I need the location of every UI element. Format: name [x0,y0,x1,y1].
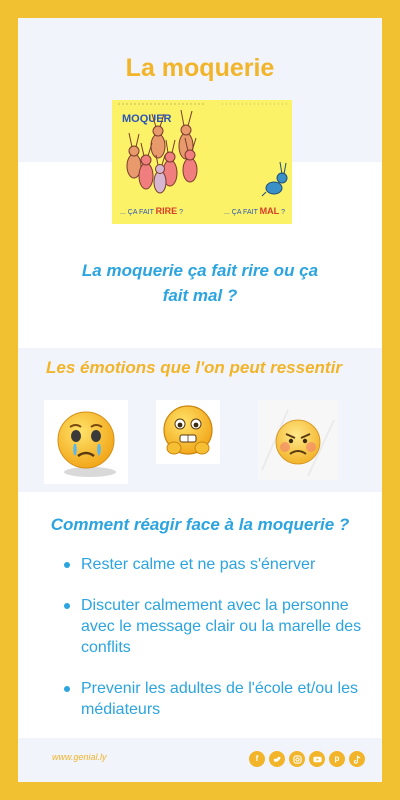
twitter-icon[interactable] [269,751,285,767]
footer: www.genial.ly f p [18,738,382,782]
instagram-icon[interactable] [289,751,305,767]
list-item: Prevenir les adultes de l'école et/ou le… [64,678,364,720]
question-heading: La moquerie ça fait rire ou ça fait mal … [81,261,319,305]
bullet-icon [64,603,70,609]
emotions-title: Les émotions que l'on peut ressentir [46,358,342,377]
pinterest-icon[interactable]: p [329,751,345,767]
how-to-react-title: Comment réagir face à la moquerie ? [50,515,350,534]
hero-illustration: MOQUER ... ÇA FAIT RIRE ? ... ÇA FAIT MA… [112,100,292,224]
tiktok-icon[interactable] [349,751,365,767]
angry-face-icon [258,400,338,480]
bullet-icon [64,562,70,568]
facebook-icon[interactable]: f [249,751,265,767]
page-title: La moquerie [125,54,275,82]
genially-link[interactable]: www.genial.ly [52,752,107,762]
youtube-icon[interactable] [309,751,325,767]
list-item: Discuter calmement avec la personne avec… [64,595,364,658]
tips-list: Rester calme et ne pas s'énerver Discute… [64,554,364,720]
social-links: f p [249,751,365,767]
fearful-face-icon [156,400,220,464]
bullet-icon [64,686,70,692]
infographic-card: La moquerie MOQUER ... ÇA FAIT RIRE ? ..… [18,18,382,782]
list-item: Rester calme et ne pas s'énerver [64,554,364,575]
crying-face-icon [44,400,128,484]
